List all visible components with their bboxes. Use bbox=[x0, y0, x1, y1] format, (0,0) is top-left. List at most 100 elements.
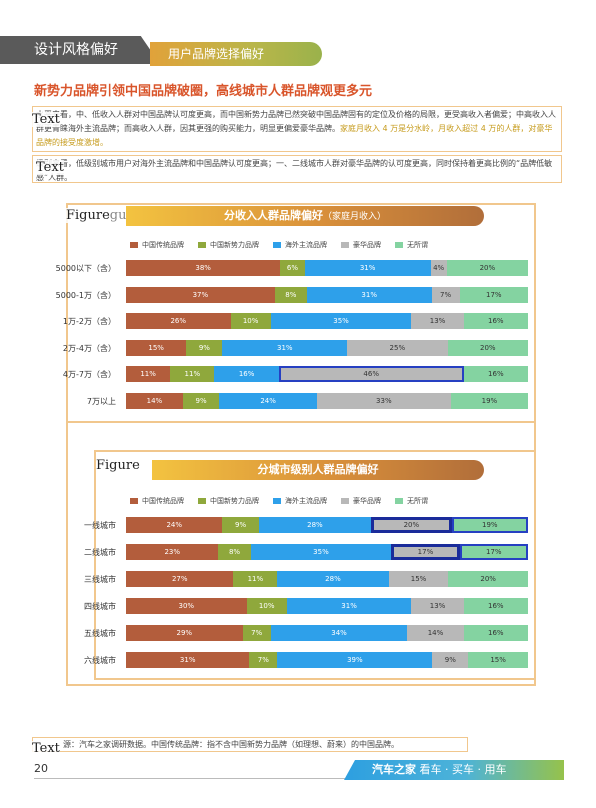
bar-segment: 37% bbox=[126, 286, 275, 303]
footer-divider bbox=[34, 778, 354, 779]
bar-segment: 13% bbox=[411, 598, 464, 614]
bar-segment: 11% bbox=[233, 571, 278, 587]
legend-label: 中国传统品牌 bbox=[142, 241, 184, 249]
bar-segment: 31% bbox=[222, 339, 348, 356]
chart-city-title: 分城市级别人群品牌偏好 bbox=[152, 460, 484, 480]
category-label: 四线城市 bbox=[84, 602, 116, 611]
subsection-header: 用户品牌选择偏好 bbox=[150, 42, 322, 66]
bar-row: 37% 8% 31% 7% 17% bbox=[126, 286, 528, 303]
bar-segment: 11% bbox=[170, 366, 215, 382]
bar-segment: 17% bbox=[391, 544, 460, 560]
bar-segment: 25% bbox=[347, 339, 448, 356]
bar-row: 23% 8% 35% 17% 17% bbox=[126, 544, 528, 560]
bar-segment: 9% bbox=[182, 392, 220, 409]
bar-segment: 24% bbox=[126, 517, 223, 533]
bar-segment: 9% bbox=[186, 339, 223, 356]
category-label: 1万-2万（含） bbox=[62, 317, 116, 326]
paragraph-city: 级别来看，低级别城市用户对海外主流品牌和中国品牌认可度更高；一、二线城市人群对豪… bbox=[32, 155, 562, 183]
paragraph-income: 水平来看，中、低收入人群对中国品牌认可度更高，而中国新势力品牌已然突破中国品牌固… bbox=[32, 106, 562, 152]
source-footnote-text: 源：汽车之家调研数据。中国传统品牌：指不含中国新势力品牌（如理想、蔚来）的中国品… bbox=[63, 740, 399, 749]
footer-brand: 汽车之家 看车 · 买车 · 用车 bbox=[344, 760, 564, 780]
legend-item: 中国传统品牌 bbox=[130, 240, 184, 250]
figure-tag-1-label: Figure bbox=[66, 208, 110, 223]
section-header: 设计风格偏好 bbox=[0, 36, 160, 64]
bar-segment: 31% bbox=[304, 260, 431, 276]
legend-item: 无所谓 bbox=[395, 240, 428, 250]
category-label: 2万-4万（含） bbox=[62, 343, 116, 353]
bar-row: 11% 11% 16% 46% 16% bbox=[126, 366, 528, 382]
category-label: 4万-7万（含） bbox=[62, 370, 116, 379]
bar-segment: 9% bbox=[432, 652, 469, 668]
figure-tag-2: Figure bbox=[96, 458, 140, 473]
legend-swatch bbox=[130, 498, 138, 504]
bar-segment: 35% bbox=[250, 544, 392, 560]
bar-segment: 7% bbox=[249, 652, 278, 668]
legend-label: 中国传统品牌 bbox=[142, 497, 184, 505]
bar-segment: 26% bbox=[126, 313, 231, 329]
chart-city-legend: 中国传统品牌 中国新势力品牌 海外主流品牌 豪华品牌 无所谓 bbox=[130, 496, 428, 506]
source-footnote: 源：汽车之家调研数据。中国传统品牌：指不含中国新势力品牌（如理想、蔚来）的中国品… bbox=[32, 737, 468, 752]
bar-segment: 19% bbox=[450, 392, 528, 409]
legend-label: 无所谓 bbox=[407, 497, 428, 505]
bar-segment: 16% bbox=[214, 366, 279, 382]
text-tag-2: Text bbox=[36, 160, 64, 175]
bar-segment: 15% bbox=[468, 652, 528, 668]
bar-segment: 15% bbox=[126, 339, 187, 356]
bar-row: 31% 7% 39% 9% 15% bbox=[126, 652, 528, 668]
bar-segment: 16% bbox=[463, 366, 528, 382]
legend-swatch bbox=[273, 242, 281, 248]
bar-segment: 46% bbox=[278, 366, 464, 382]
paragraph-city-text: 级别来看，低级别城市用户对海外主流品牌和中国品牌认可度更高；一、二线城市人群对豪… bbox=[36, 159, 553, 182]
legend-swatch bbox=[130, 242, 138, 248]
category-label: 7万以上 bbox=[86, 396, 116, 406]
bar-segment: 31% bbox=[126, 652, 250, 668]
legend-item: 中国新势力品牌 bbox=[198, 240, 259, 250]
bar-segment: 27% bbox=[126, 571, 234, 587]
legend-item: 海外主流品牌 bbox=[273, 496, 327, 506]
bar-row: 27% 11% 28% 15% 20% bbox=[126, 571, 528, 587]
bar-segment: 15% bbox=[388, 571, 449, 587]
bar-segment: 16% bbox=[463, 313, 528, 329]
bar-segment: 39% bbox=[277, 652, 433, 668]
legend-swatch bbox=[273, 498, 281, 504]
chart-income-title-text: 分收入人群品牌偏好 bbox=[223, 209, 323, 222]
legend-swatch bbox=[341, 498, 349, 504]
legend-item: 海外主流品牌 bbox=[273, 240, 327, 250]
legend-swatch bbox=[395, 498, 403, 504]
bar-row: 14% 9% 24% 33% 19% bbox=[126, 392, 528, 409]
bar-segment: 14% bbox=[407, 625, 464, 641]
bar-segment: 8% bbox=[218, 544, 251, 560]
bar-segment: 11% bbox=[126, 366, 171, 382]
bar-segment: 9% bbox=[222, 517, 259, 533]
bar-segment: 19% bbox=[451, 517, 528, 533]
bar-segment: 23% bbox=[126, 544, 219, 560]
bar-segment: 35% bbox=[270, 313, 412, 329]
legend-label: 豪华品牌 bbox=[353, 241, 381, 249]
bar-segment: 17% bbox=[459, 544, 528, 560]
bar-segment: 38% bbox=[126, 260, 281, 276]
bar-segment: 29% bbox=[126, 625, 243, 641]
chart-income-legend: 中国传统品牌 中国新势力品牌 海外主流品牌 豪华品牌 无所谓 bbox=[130, 240, 428, 250]
bar-segment: 20% bbox=[446, 260, 528, 276]
bar-segment: 13% bbox=[411, 313, 464, 329]
legend-label: 海外主流品牌 bbox=[285, 497, 327, 505]
chart-income-subtitle: （家庭月收入） bbox=[322, 212, 386, 222]
bar-row: 24% 9% 28% 20% 19% bbox=[126, 517, 528, 533]
bar-row: 38% 6% 31% 4% 20% bbox=[126, 260, 528, 276]
legend-label: 中国新势力品牌 bbox=[210, 497, 259, 505]
chart-city-title-text: 分城市级别人群品牌偏好 bbox=[257, 463, 379, 476]
category-label: 5000以下（含） bbox=[55, 264, 116, 273]
bar-segment: 30% bbox=[126, 598, 247, 614]
bar-segment: 6% bbox=[280, 260, 305, 276]
category-label: 5000-1万（含） bbox=[55, 290, 116, 300]
legend-label: 中国新势力品牌 bbox=[210, 241, 259, 249]
page-number: 20 bbox=[34, 762, 48, 775]
legend-label: 豪华品牌 bbox=[353, 497, 381, 505]
bar-segment: 31% bbox=[286, 598, 412, 614]
bar-segment: 24% bbox=[219, 392, 317, 409]
legend-item: 无所谓 bbox=[395, 496, 428, 506]
page-title: 新势力品牌引领中国品牌破圈，高线城市人群品牌观更多元 bbox=[34, 84, 373, 99]
bar-segment: 10% bbox=[246, 598, 287, 614]
bar-segment: 34% bbox=[270, 625, 408, 641]
text-tag-1: Text bbox=[32, 112, 60, 127]
